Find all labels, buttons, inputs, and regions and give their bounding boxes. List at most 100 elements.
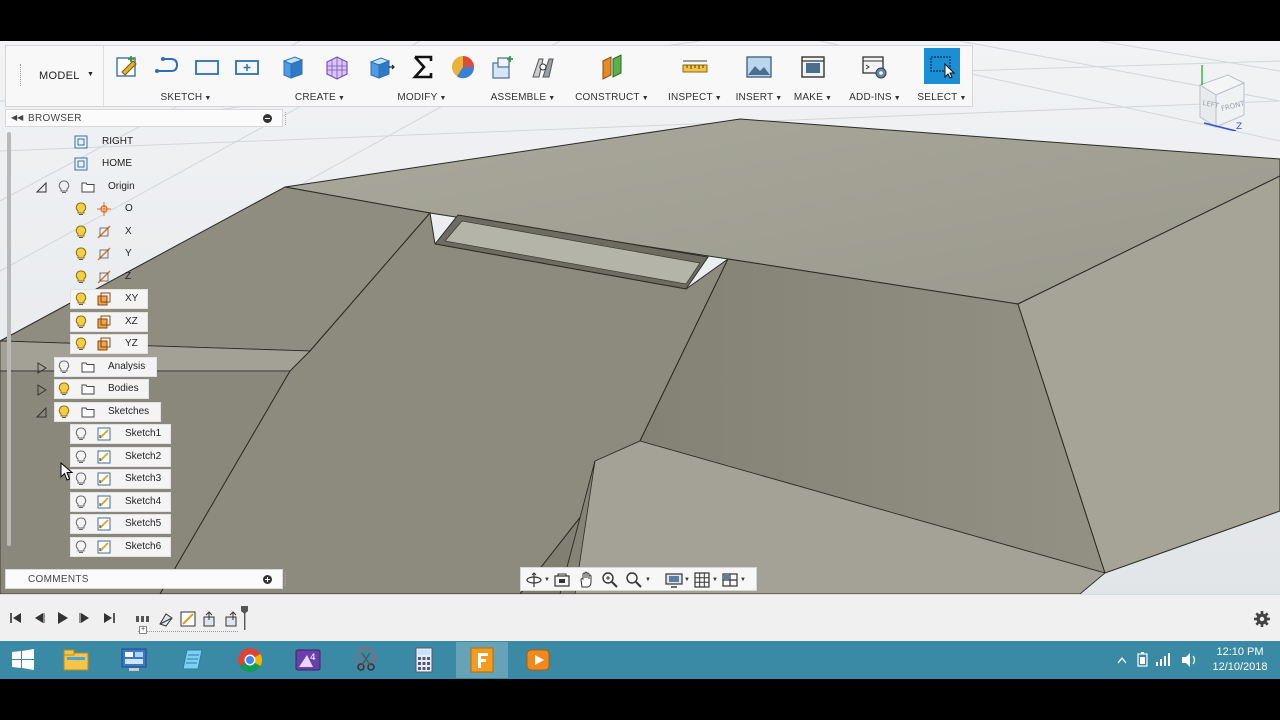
extrude-button[interactable] [278,52,308,82]
taskbar-app-chrome[interactable] [224,642,276,678]
taskbar-app-notepad[interactable] [166,642,218,678]
chevron-down-icon[interactable]: ▼ [740,577,746,583]
panel-grip[interactable] [285,573,287,586]
network-signal-icon[interactable] [1156,653,1170,666]
construct-menu[interactable]: CONSTRUCT ▼ [572,92,652,103]
timeline-feature[interactable] [223,610,241,628]
modify-menu[interactable]: MODIFY ▼ [362,92,482,103]
taskbar-app-control-panel[interactable] [108,642,160,678]
visibility-bulb-on-icon[interactable] [57,382,71,396]
taskbar-app-file-explorer[interactable] [50,642,102,678]
sketch-menu[interactable]: SKETCH ▼ [106,92,266,103]
taskbar-app-video-player[interactable] [512,642,564,678]
add-comment-icon[interactable] [263,575,272,584]
rectangle-tool-button[interactable] [192,52,222,82]
taskbar-clock[interactable]: 12:10 PM 12/10/2018 [1205,645,1275,675]
zoom-button[interactable] [601,571,619,589]
insert-canvas-button[interactable] [744,52,774,82]
visibility-bulb-on-icon[interactable] [74,292,88,306]
select-menu[interactable]: SELECT ▼ [910,92,974,103]
3d-print-button[interactable] [798,52,828,82]
step-back-button[interactable] [31,610,47,626]
display-settings-button[interactable] [665,571,683,589]
visibility-bulb-off-icon[interactable] [74,472,88,486]
visibility-bulb-on-icon[interactable] [74,202,88,216]
toolbar-grip[interactable] [20,64,22,86]
addins-menu[interactable]: ADD-INS ▼ [844,92,906,103]
viewcube[interactable]: LEFT FRONT Z [1192,59,1262,132]
chevron-down-icon[interactable]: ▼ [684,577,690,583]
visibility-bulb-off-icon[interactable] [74,495,88,509]
construct-group: CONSTRUCT ▼ [572,46,652,108]
measure-button[interactable] [680,52,710,82]
timeline-settings-button[interactable] [1253,610,1271,628]
visibility-bulb-on-icon[interactable] [57,405,71,419]
show-hidden-icons-icon[interactable] [1117,656,1127,664]
panel-grip[interactable] [285,112,287,125]
minimize-icon[interactable] [263,114,272,123]
step-forward-button[interactable] [77,610,93,626]
collapse-panel-icon[interactable]: ◀◀ [11,113,23,122]
go-to-start-button[interactable] [8,610,24,626]
battery-icon[interactable] [1137,652,1148,667]
visibility-bulb-on-icon[interactable] [74,247,88,261]
look-at-button[interactable] [553,571,571,589]
timeline-marker[interactable] [241,606,248,630]
visibility-bulb-off-icon[interactable] [57,180,71,194]
visibility-bulb-off-icon[interactable] [74,427,88,441]
fit-button[interactable] [625,571,643,589]
go-to-end-button[interactable] [101,610,117,626]
workspace-switcher[interactable]: MODEL ▼ [14,46,104,108]
timeline-feature[interactable] [157,610,175,628]
expand-triangle-icon[interactable] [36,383,48,396]
appearance-button[interactable] [448,52,478,82]
offset-plane-button[interactable] [597,52,627,82]
taskbar-app-calculator[interactable] [398,642,450,678]
volume-icon[interactable] [1182,653,1196,667]
visibility-bulb-on-icon[interactable] [74,315,88,329]
create-menu[interactable]: CREATE ▼ [274,92,366,103]
assemble-menu[interactable]: ASSEMBLE ▼ [486,92,560,103]
press-pull-button[interactable] [366,52,396,82]
taskbar-app-fusion360[interactable] [456,642,508,678]
collapse-triangle-icon[interactable] [35,181,48,193]
visibility-bulb-off-icon[interactable] [57,360,71,374]
collapse-triangle-icon[interactable] [35,406,48,418]
comments-panel-header[interactable]: COMMENTS [5,569,286,589]
visibility-bulb-on-icon[interactable] [74,337,88,351]
start-button[interactable] [0,642,46,678]
visibility-bulb-on-icon[interactable] [74,225,88,239]
insert-menu[interactable]: INSERT ▼ [730,92,788,103]
visibility-bulb-off-icon[interactable] [74,540,88,554]
timeline-track[interactable] [138,631,238,632]
taskbar-app-snipping-tool[interactable] [340,642,392,678]
timeline-feature[interactable] [179,610,197,628]
chevron-down-icon[interactable]: ▼ [544,577,550,583]
joint-button[interactable] [528,52,558,82]
play-button[interactable] [54,610,70,626]
taskbar-app-media[interactable]: 4 [282,642,334,678]
orbit-button[interactable] [525,571,543,589]
select-button[interactable] [924,48,960,84]
chevron-down-icon[interactable]: ▼ [645,577,651,583]
visibility-bulb-on-icon[interactable] [74,270,88,284]
make-menu[interactable]: MAKE ▼ [788,92,838,103]
chevron-down-icon[interactable]: ▼ [712,577,718,583]
new-component-button[interactable] [488,52,518,82]
line-tool-button[interactable] [152,52,182,82]
compute-all-button[interactable] [408,52,438,82]
timeline-expand-icon[interactable]: + [139,626,147,634]
form-button[interactable] [322,52,352,82]
visibility-bulb-off-icon[interactable] [74,450,88,464]
pan-button[interactable] [577,571,595,589]
scripts-addins-button[interactable] [860,52,890,82]
browser-title: BROWSER [28,113,82,124]
center-rectangle-button[interactable] [232,52,262,82]
create-sketch-button[interactable] [112,52,142,82]
visibility-bulb-off-icon[interactable] [74,517,88,531]
inspect-menu[interactable]: INSPECT ▼ [662,92,728,103]
viewports-button[interactable] [721,571,739,589]
grid-settings-button[interactable] [693,571,711,589]
expand-triangle-icon[interactable] [36,361,48,374]
timeline-feature[interactable] [201,610,219,628]
